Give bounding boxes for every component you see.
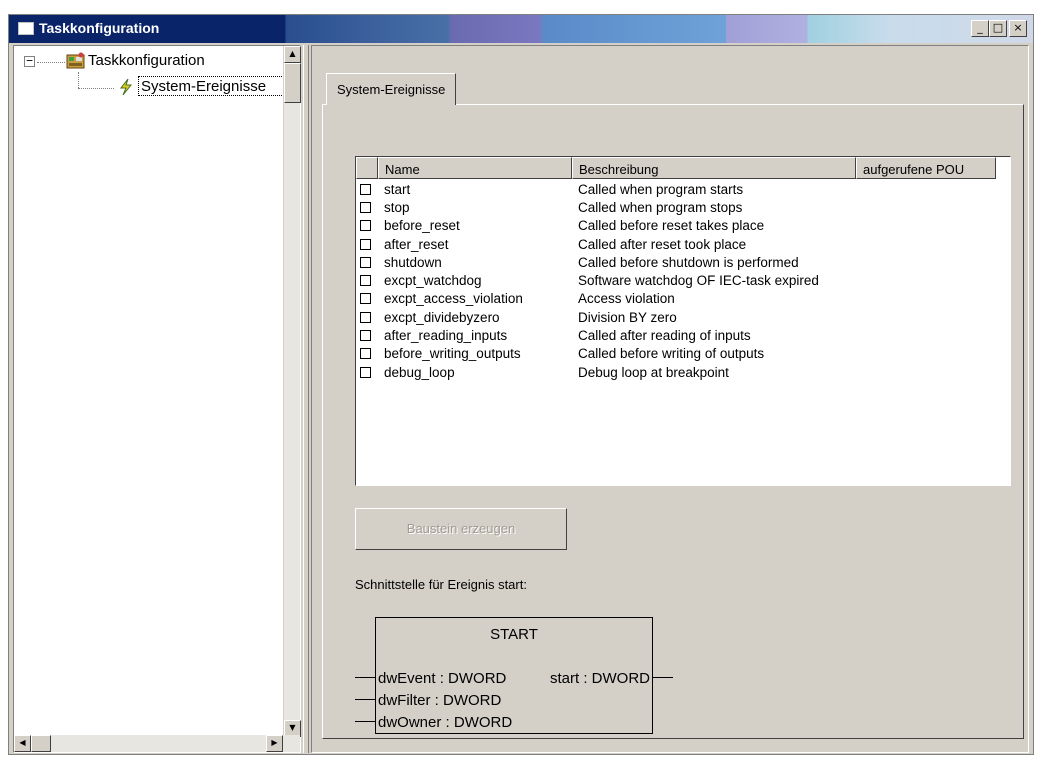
event-description: Called after reset took place [578,236,747,252]
event-checkbox[interactable] [360,238,371,250]
tab-system-ereignisse[interactable]: System-Ereignisse [326,73,457,105]
taskconfig-window: Taskkonfiguration _ □ × − Taskkonfigurat… [8,14,1034,755]
list-body: start Called when program starts stop Calle… [356,180,996,381]
scroll-left-icon[interactable]: ◀ [14,735,31,752]
table-row[interactable]: stop Called when program stops [356,198,996,216]
scroll-thumb[interactable] [284,63,301,103]
event-checkbox[interactable] [360,275,371,287]
system-events-editor: System-Ereignisse Name Beschreibung aufg… [311,45,1029,753]
event-name: excpt_access_violation [384,291,523,307]
event-description: Called when program stops [578,199,743,215]
table-row[interactable]: excpt_watchdog Software watchdog OF IEC-t… [356,271,996,289]
event-checkbox[interactable] [360,256,371,268]
event-name: shutdown [384,254,442,270]
event-name: before_reset [384,218,460,234]
window-icon [18,22,34,35]
task-tree[interactable]: − Taskkonfiguration System-Ereignisse ▲ … [13,45,301,753]
column-header-checkbox[interactable] [356,157,378,179]
window-title: Taskkonfiguration [39,20,160,36]
table-row[interactable]: before_reset Called before reset takes pl… [356,217,996,235]
event-name: excpt_dividebyzero [384,309,500,325]
event-description: Called when program starts [578,181,744,197]
input-pin-label: dwFilter : DWORD [378,692,502,709]
tree-item-label: Taskkonfiguration [88,51,205,69]
event-checkbox[interactable] [360,293,371,305]
event-checkbox[interactable] [360,220,371,232]
close-button[interactable]: × [1009,20,1027,37]
scroll-up-icon[interactable]: ▲ [284,46,301,63]
task-config-icon [66,52,85,69]
event-checkbox[interactable] [360,183,371,195]
title-bar[interactable]: Taskkonfiguration _ □ × [9,15,1033,43]
event-name: excpt_watchdog [384,273,482,289]
tree-vertical-scrollbar[interactable]: ▲ ▼ [283,46,301,737]
table-row[interactable]: shutdown Called before shutdown is perfor… [356,253,996,271]
create-pou-button[interactable]: Baustein erzeugen [355,508,567,550]
lightning-icon [119,78,133,96]
input-pin-line [355,677,375,678]
event-name: after_reading_inputs [384,328,508,344]
events-list[interactable]: Name Beschreibung aufgerufene POU start C… [355,156,1011,486]
event-checkbox[interactable] [360,201,371,213]
interface-label: Schnittstelle für Ereignis start: [355,577,527,592]
maximize-button[interactable]: □ [989,20,1007,37]
list-header: Name Beschreibung aufgerufene POU [356,157,996,179]
column-header-pou[interactable]: aufgerufene POU [856,157,996,179]
event-name: stop [384,199,410,215]
event-name: start [384,181,411,197]
event-checkbox[interactable] [360,366,371,378]
table-row[interactable]: before_writing_outputs Called before writ… [356,345,996,363]
input-pin-label: dwOwner : DWORD [378,714,513,731]
table-row[interactable]: excpt_access_violation Access violation [356,290,996,308]
event-description: Division BY zero [578,309,677,325]
event-description: Debug loop at breakpoint [578,364,729,380]
column-header-description[interactable]: Beschreibung [572,157,856,179]
function-block-title: START [490,626,538,643]
event-name: before_writing_outputs [384,346,521,362]
event-description: Software watchdog OF IEC-task expired [578,273,819,289]
scroll-right-icon[interactable]: ▶ [266,735,283,752]
table-row[interactable]: excpt_dividebyzero Division BY zero [356,308,996,326]
event-checkbox[interactable] [360,348,371,360]
table-row[interactable]: start Called when program starts [356,180,996,198]
function-block: START dwEvent : DWORD dwFilter : DWORD d… [375,617,653,734]
table-row[interactable]: after_reading_inputs Called after reading… [356,326,996,344]
event-description: Called after reading of inputs [578,328,751,344]
input-pin-line [355,699,375,700]
tree-connector [37,62,65,63]
event-description: Called before writing of outputs [578,346,765,362]
tree-item-system-ereignisse[interactable]: System-Ereignisse [138,76,288,96]
minimize-button[interactable]: _ [971,20,989,37]
event-checkbox[interactable] [360,311,371,323]
event-description: Access violation [578,291,675,307]
pane-splitter[interactable] [303,45,309,753]
output-pin-line [653,677,673,678]
event-name: after_reset [384,236,449,252]
tab-panel: Name Beschreibung aufgerufene POU start C… [322,104,1024,739]
scroll-thumb[interactable] [31,735,51,752]
table-row[interactable]: after_reset Called after reset took place [356,235,996,253]
collapse-icon[interactable]: − [24,55,35,67]
tree-item-taskkonfiguration[interactable]: Taskkonfiguration [88,50,205,70]
event-description: Called before reset takes place [578,218,765,234]
event-checkbox[interactable] [360,330,371,342]
output-pin-label: start : DWORD [550,670,650,687]
window-controls: _ □ × [971,20,1027,37]
tree-horizontal-scrollbar[interactable]: ◀ ▶ [14,735,300,752]
tree-connector [78,88,114,89]
event-name: debug_loop [384,364,455,380]
table-row[interactable]: debug_loop Debug loop at breakpoint [356,363,996,381]
tree-connector [78,72,79,88]
input-pin-label: dwEvent : DWORD [378,670,507,687]
input-pin-line [355,721,375,722]
column-header-name[interactable]: Name [378,157,572,179]
event-description: Called before shutdown is performed [578,254,799,270]
